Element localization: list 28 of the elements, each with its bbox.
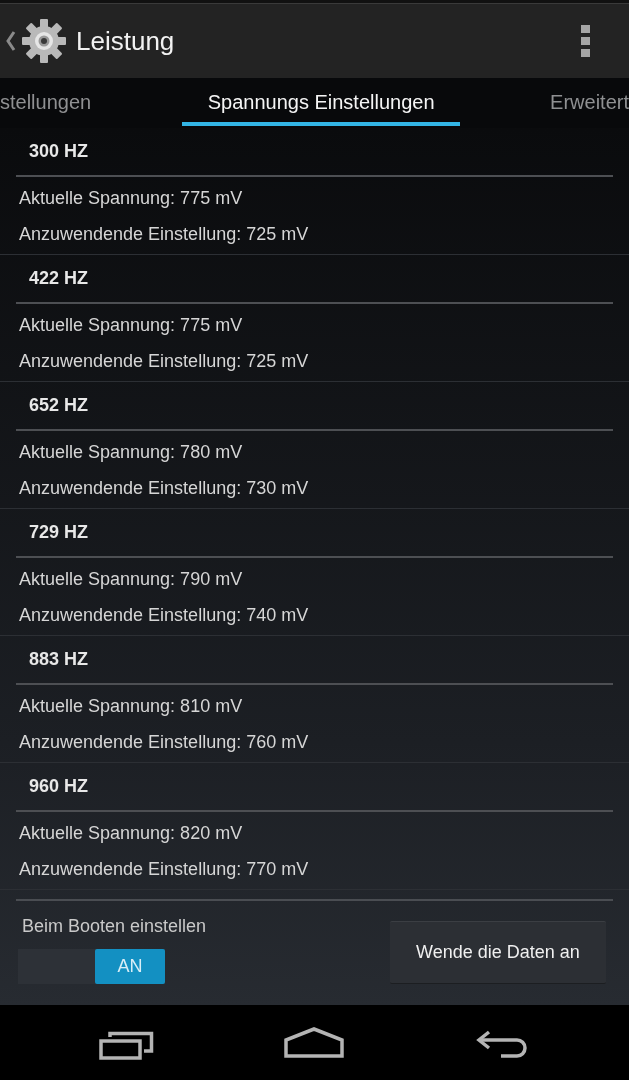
apply-voltage-text: Anzuwendende Einstellung: 725 mV (19, 223, 309, 246)
frequency-header: 729 HZ (29, 521, 89, 544)
home-icon[interactable] (284, 1027, 344, 1058)
up-caret-icon[interactable] (6, 31, 16, 51)
current-voltage-text: Aktuelle Spannung: 810 mV (19, 695, 243, 718)
current-voltage-text: Aktuelle Spannung: 820 mV (19, 822, 243, 845)
current-voltage-text: Aktuelle Spannung: 775 mV (19, 314, 243, 337)
current-voltage-text: Aktuelle Spannung: 780 mV (19, 441, 243, 464)
current-voltage-text: Aktuelle Spannung: 775 mV (19, 187, 243, 210)
recent-apps-icon[interactable] (99, 1030, 155, 1060)
current-voltage-text: Aktuelle Spannung: 790 mV (19, 568, 243, 591)
apply-data-button[interactable]: Wende die Daten an (390, 921, 606, 984)
overflow-menu-icon[interactable] (581, 25, 591, 57)
gear-icon[interactable] (22, 19, 66, 63)
apply-voltage-text: Anzuwendende Einstellung: 760 mV (19, 731, 309, 754)
frequency-header: 883 HZ (29, 648, 89, 671)
apply-voltage-text: Anzuwendende Einstellung: 740 mV (19, 604, 309, 627)
boot-setting-label: Beim Booten einstellen (22, 915, 207, 937)
frequency-header: 652 HZ (29, 394, 89, 417)
screen-title: Leistung (76, 28, 175, 54)
frequency-header: 422 HZ (29, 267, 89, 290)
apply-voltage-text: Anzuwendende Einstellung: 730 mV (19, 477, 309, 500)
tab[interactable]: Erweitert (550, 78, 629, 126)
apply-voltage-text: Anzuwendende Einstellung: 770 mV (19, 858, 309, 881)
frequency-header: 960 HZ (29, 775, 89, 798)
tab[interactable]: stellungen (0, 78, 92, 126)
frequency-header: 300 HZ (29, 140, 89, 163)
apply-voltage-text: Anzuwendende Einstellung: 725 mV (19, 350, 309, 373)
